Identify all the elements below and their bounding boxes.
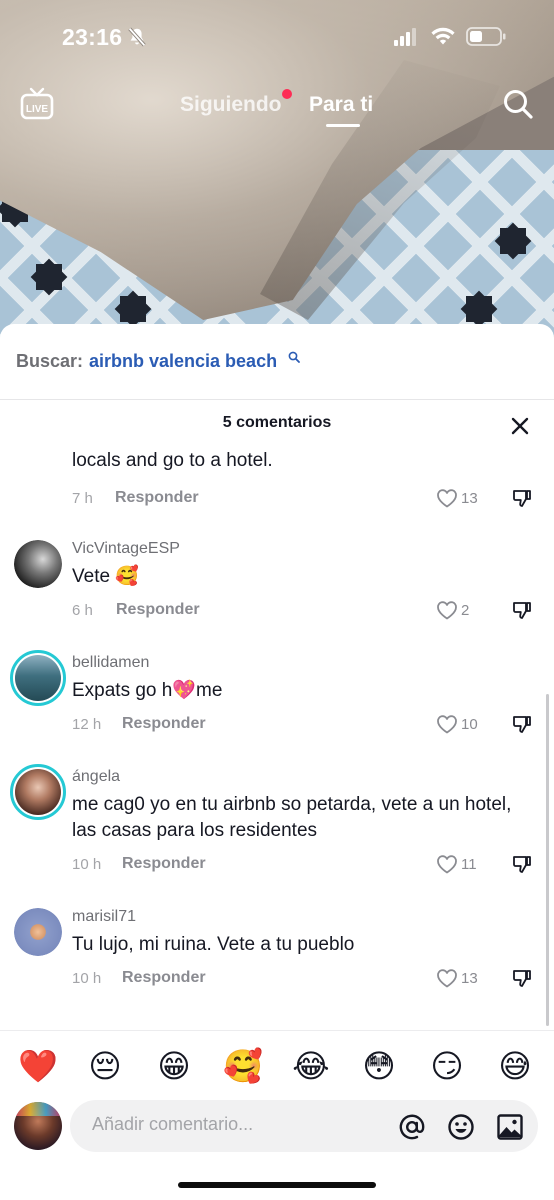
search-mini-icon <box>288 351 300 363</box>
emoji-pensive[interactable]: 😔 <box>86 1047 124 1085</box>
comment-text: Tu lujo, mi ruina. Vete a tu pueblo <box>72 934 355 955</box>
top-navigation: LIVE Siguiendo Para ti <box>0 80 554 130</box>
like-count: 13 <box>461 970 478 987</box>
tile-pattern <box>30 258 68 296</box>
comment-text: Vete 🥰 <box>72 566 139 587</box>
wifi-icon <box>431 27 455 45</box>
emoji-smirk[interactable]: 😏 <box>428 1047 466 1085</box>
dislike-icon[interactable] <box>512 714 532 734</box>
reply-button[interactable]: Responder <box>116 601 200 619</box>
comment-text: me cag0 yo en tu airbnb so petarda, vete… <box>72 794 512 841</box>
comment-username[interactable]: bellidamen <box>72 654 149 672</box>
reply-button[interactable]: Responder <box>122 715 206 733</box>
status-time: 23:16 <box>62 24 123 50</box>
status-bar: 23:16 <box>0 0 554 70</box>
avatar[interactable] <box>10 764 66 820</box>
comment-username[interactable]: ángela <box>72 768 120 786</box>
comments-sheet: Buscar: airbnb valencia beach 5 comentar… <box>0 324 554 1200</box>
emoji-smiling-hearts[interactable]: 🥰 <box>223 1047 263 1085</box>
home-indicator <box>178 1182 376 1188</box>
heart-icon[interactable] <box>436 488 458 508</box>
comment-input-placeholder[interactable]: Añadir comentario... <box>92 1114 253 1135</box>
comment-time: 12 h <box>72 716 102 733</box>
my-avatar[interactable] <box>14 1102 62 1150</box>
emoji-joy[interactable]: 😂 <box>292 1047 330 1085</box>
tile-pattern <box>460 290 498 328</box>
active-tab-indicator <box>326 124 360 127</box>
comments-list[interactable]: locals and go to a hotel. 7 h Responder … <box>0 444 554 1024</box>
comment-text: Expats go h💖me <box>72 680 223 701</box>
comment-item: VicVintageESP Vete 🥰 6 h Responder 2 <box>0 540 554 632</box>
comment-item: bellidamen Expats go h💖me 12 h Responder… <box>0 650 554 746</box>
comment-time: 7 h <box>72 490 93 507</box>
dislike-icon[interactable] <box>512 968 532 988</box>
comments-count-title: 5 comentarios <box>222 414 332 431</box>
search-suggestion[interactable]: Buscar: airbnb valencia beach <box>0 324 554 400</box>
cellular-signal-icon <box>394 28 416 46</box>
tile-pattern <box>114 290 152 328</box>
heart-icon[interactable] <box>436 600 458 620</box>
comments-scrollbar[interactable] <box>546 694 549 1026</box>
emoji-heart[interactable]: ❤️ <box>18 1047 58 1085</box>
tile-pattern <box>494 222 532 260</box>
comment-item: marisil71 Tu lujo, mi ruina. Vete a tu p… <box>0 908 554 1000</box>
comment-item: ángela me cag0 yo en tu airbnb so petard… <box>0 764 554 888</box>
comment-username[interactable]: VicVintageESP <box>72 540 180 558</box>
heart-icon[interactable] <box>436 714 458 734</box>
avatar[interactable] <box>14 540 62 588</box>
avatar[interactable] <box>10 650 66 706</box>
like-count: 13 <box>461 490 478 507</box>
tab-for-you[interactable]: Para ti <box>309 93 373 117</box>
avatar[interactable] <box>14 908 62 956</box>
emoji-grin[interactable]: 😁 <box>155 1047 193 1085</box>
battery-icon <box>466 27 506 46</box>
image-icon[interactable] <box>496 1113 524 1141</box>
comment-username[interactable]: marisil71 <box>72 908 136 926</box>
reply-button[interactable]: Responder <box>115 489 199 507</box>
dislike-icon[interactable] <box>512 854 532 874</box>
live-tv-icon[interactable]: LIVE <box>20 86 54 120</box>
like-count: 11 <box>461 856 477 873</box>
search-term-link[interactable]: airbnb valencia beach <box>89 351 277 372</box>
heart-icon[interactable] <box>436 968 458 988</box>
like-count: 2 <box>461 602 470 619</box>
reply-button[interactable]: Responder <box>122 855 206 873</box>
tab-following[interactable]: Siguiendo <box>180 93 282 117</box>
comment-time: 10 h <box>72 856 102 873</box>
svg-text:LIVE: LIVE <box>26 104 49 115</box>
like-count: 10 <box>461 716 478 733</box>
comment-time: 10 h <box>72 970 102 987</box>
reply-button[interactable]: Responder <box>122 969 206 987</box>
notification-dot <box>282 89 292 99</box>
search-icon[interactable] <box>502 88 534 120</box>
dislike-icon[interactable] <box>512 600 532 620</box>
comment-item: locals and go to a hotel. 7 h Responder … <box>0 448 554 512</box>
emoji-icon[interactable] <box>447 1113 475 1141</box>
comment-time: 6 h <box>72 602 93 619</box>
dislike-icon[interactable] <box>512 488 532 508</box>
close-icon[interactable] <box>510 416 530 436</box>
emoji-quick-bar: ❤️ 😔 😁 🥰 😂 😳 😏 😅 <box>0 1030 554 1100</box>
emoji-flushed[interactable]: 😳 <box>360 1047 398 1085</box>
heart-icon[interactable] <box>436 854 458 874</box>
at-mention-icon[interactable] <box>398 1113 426 1141</box>
search-prefix: Buscar: <box>16 351 84 371</box>
emoji-sweat-smile[interactable]: 😅 <box>496 1047 534 1085</box>
comment-text: locals and go to a hotel. <box>72 450 273 471</box>
bell-slash-icon <box>128 27 146 47</box>
